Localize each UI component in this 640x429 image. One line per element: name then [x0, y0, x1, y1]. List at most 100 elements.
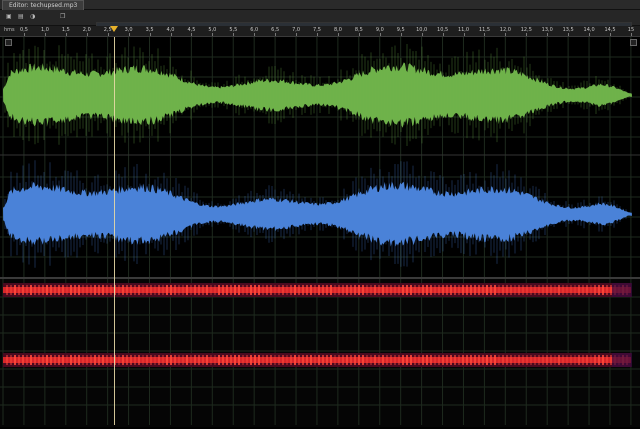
ruler-tick-mark	[128, 33, 130, 36]
ruler-tick-mark	[505, 33, 507, 36]
spectral-grain	[118, 355, 120, 365]
spectral-grain	[10, 285, 12, 295]
spectral-grain	[566, 285, 568, 295]
spectral-grain	[446, 355, 448, 365]
spectral-grain	[94, 355, 96, 365]
spectral-grain	[378, 285, 380, 295]
document-tab[interactable]: Editor: techupsed.mp3	[2, 0, 85, 10]
spectral-grain	[102, 285, 104, 295]
spectral-grain	[570, 355, 572, 365]
spectral-grain	[134, 355, 136, 365]
spectral-grain	[542, 355, 544, 365]
spectral-grain	[398, 285, 400, 295]
spectral-grain	[158, 285, 160, 295]
spectral-grain	[198, 285, 200, 295]
spectral-grain	[26, 285, 28, 295]
spectral-grain	[546, 285, 548, 295]
spectral-grain	[482, 355, 484, 365]
spectral-grain	[394, 355, 396, 365]
spectral-grain	[562, 285, 564, 295]
spectral-grain	[90, 355, 92, 365]
spectral-grain	[234, 355, 236, 365]
pitch-view-icon[interactable]: ◑	[30, 13, 35, 21]
spectral-grain	[574, 355, 576, 365]
spectral-grain	[554, 355, 556, 365]
spectral-grain	[142, 355, 144, 365]
spectral-grain	[142, 285, 144, 295]
ruler-tick-mark	[463, 33, 465, 36]
spectral-grain	[214, 355, 216, 365]
spectral-grain	[326, 355, 328, 365]
spectral-grain	[490, 355, 492, 365]
spectral-grain	[150, 285, 152, 295]
spectral-grain	[610, 285, 612, 295]
spectral-grain	[298, 355, 300, 365]
spectral-grain	[14, 285, 16, 295]
spectral-grain	[566, 355, 568, 365]
spectral-grain	[406, 355, 408, 365]
spectral-grain	[174, 285, 176, 295]
spectral-grain	[518, 355, 520, 365]
spectral-grain	[250, 285, 252, 295]
spectral-grain	[154, 355, 156, 365]
spectral-grain	[370, 355, 372, 365]
spectral-grain	[66, 285, 68, 295]
editor-toolbar: ▣ ▤ ◑ ❐	[0, 10, 640, 34]
spectral-grain	[74, 355, 76, 365]
spectral-grain	[390, 285, 392, 295]
spectral-grain	[362, 285, 364, 295]
spectral-grain	[286, 355, 288, 365]
playhead-marker[interactable]	[110, 26, 118, 32]
spectral-grain	[38, 355, 40, 365]
spectral-band-right	[3, 357, 631, 363]
spectral-grain	[474, 355, 476, 365]
spectral-grain	[542, 285, 544, 295]
spectral-grain	[486, 285, 488, 295]
spectral-frequency-icon[interactable]: ❐	[60, 13, 65, 21]
ruler-tick-mark	[275, 33, 277, 36]
spectral-grain	[538, 285, 540, 295]
spectral-grain	[610, 355, 612, 365]
waveform-panel[interactable]	[0, 37, 640, 277]
spectral-grain	[194, 285, 196, 295]
spectral-grain	[290, 285, 292, 295]
spectral-panel[interactable]	[0, 277, 640, 427]
spectral-grain	[562, 355, 564, 365]
spectral-grain	[494, 285, 496, 295]
spectral-grain	[306, 355, 308, 365]
playhead-line[interactable]	[114, 37, 115, 425]
ruler-tick-mark	[547, 33, 549, 36]
spectral-grain	[162, 355, 164, 365]
spectral-grain	[294, 285, 296, 295]
spectral-grain	[18, 285, 20, 295]
waveform-view-icon[interactable]: ▣	[6, 13, 12, 21]
spectral-grain	[246, 285, 248, 295]
spectral-grain	[338, 355, 340, 365]
spectral-view-icon[interactable]: ▤	[18, 13, 24, 21]
spectral-grain	[86, 285, 88, 295]
channel-corner-right-icon[interactable]	[630, 39, 637, 46]
spectral-grain	[182, 355, 184, 365]
spectral-grain	[226, 355, 228, 365]
ruler-tick-mark	[191, 33, 193, 36]
spectral-grain	[578, 355, 580, 365]
spectral-grain	[262, 355, 264, 365]
ruler-tick-mark	[86, 33, 88, 36]
spectral-grain	[42, 355, 44, 365]
spectral-grain	[258, 285, 260, 295]
spectral-grain	[318, 355, 320, 365]
spectral-grain	[218, 285, 220, 295]
time-ruler[interactable]: hms 0,5 1,0 1,5 2,0 2,5 3,0 3,5 4,0 4,5 5,0 5,5 6,0…	[0, 26, 640, 37]
spectral-grain	[522, 285, 524, 295]
spectral-grain	[382, 285, 384, 295]
ruler-tick-mark	[170, 33, 172, 36]
ruler-tick-mark	[379, 33, 381, 36]
spectral-grain	[14, 355, 16, 365]
ruler-tick-mark	[233, 33, 235, 36]
ruler-tick-mark	[610, 33, 612, 36]
spectral-grain	[78, 355, 80, 365]
channel-corner-left-icon[interactable]	[5, 39, 12, 46]
spectral-grain	[106, 355, 108, 365]
spectral-grain	[514, 285, 516, 295]
spectral-grain	[558, 285, 560, 295]
